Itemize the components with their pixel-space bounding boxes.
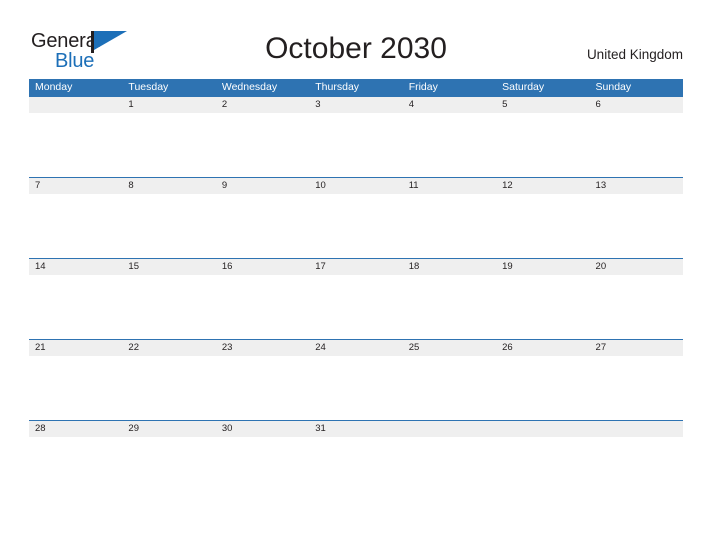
day-number[interactable] [590,421,683,437]
week-body-strip [29,194,683,258]
calendar-page: General Blue October 2030 United Kingdom… [0,0,712,550]
day-number[interactable]: 4 [403,97,496,113]
day-number[interactable]: 2 [216,97,309,113]
week-date-strip: 1 2 3 4 5 6 [29,96,683,113]
day-cell-body[interactable] [29,194,122,258]
day-cell-body[interactable] [496,194,589,258]
day-number[interactable]: 17 [309,259,402,275]
weekday-header-saturday: Saturday [502,81,545,93]
day-cell-body[interactable] [403,194,496,258]
day-number[interactable]: 7 [29,178,122,194]
day-cell-body[interactable] [122,113,215,177]
day-number[interactable]: 13 [590,178,683,194]
day-cell-body[interactable] [496,437,589,501]
day-number[interactable]: 6 [590,97,683,113]
day-cell-body[interactable] [496,113,589,177]
day-cell-body[interactable] [29,356,122,420]
day-number[interactable]: 15 [122,259,215,275]
country-label: United Kingdom [586,47,683,62]
day-number[interactable]: 30 [216,421,309,437]
day-cell-body[interactable] [496,275,589,339]
day-number[interactable]: 21 [29,340,122,356]
week-body-strip [29,113,683,177]
day-cell-body[interactable] [309,437,402,501]
day-number[interactable] [29,97,122,113]
day-cell-body[interactable] [29,113,122,177]
day-number[interactable] [496,421,589,437]
day-cell-body[interactable] [590,437,683,501]
weekday-header-monday: Monday [35,81,73,93]
day-cell-body[interactable] [216,437,309,501]
day-number[interactable]: 31 [309,421,402,437]
weekday-header-friday: Friday [408,81,438,93]
day-number[interactable]: 1 [122,97,215,113]
day-number[interactable]: 9 [216,178,309,194]
day-cell-body[interactable] [590,194,683,258]
day-cell-body[interactable] [29,275,122,339]
week-date-strip: 14 15 16 17 18 19 20 [29,258,683,275]
day-cell-body[interactable] [122,437,215,501]
calendar-week-row: 1 2 3 4 5 6 [29,96,683,177]
weekday-header-wednesday: Wednesday [221,81,278,93]
day-number[interactable]: 19 [496,259,589,275]
weekday-header-row: Monday Tuesday Wednesday Thursday Friday… [29,79,683,96]
day-number[interactable]: 14 [29,259,122,275]
week-date-strip: 7 8 9 10 11 12 13 [29,177,683,194]
day-number[interactable]: 25 [403,340,496,356]
day-cell-body[interactable] [403,437,496,501]
day-cell-body[interactable] [216,275,309,339]
day-cell-body[interactable] [216,194,309,258]
calendar-week-row: 28 29 30 31 [29,420,683,501]
page-header: General Blue October 2030 United Kingdom [0,0,712,78]
week-body-strip [29,356,683,420]
day-cell-body[interactable] [496,356,589,420]
weekday-header-tuesday: Tuesday [128,81,169,93]
day-number[interactable]: 11 [403,178,496,194]
day-cell-body[interactable] [590,356,683,420]
day-number[interactable]: 5 [496,97,589,113]
day-number[interactable]: 12 [496,178,589,194]
day-cell-body[interactable] [590,113,683,177]
day-number[interactable]: 26 [496,340,589,356]
day-number[interactable]: 10 [309,178,402,194]
day-number[interactable]: 3 [309,97,402,113]
day-cell-body[interactable] [309,194,402,258]
calendar-week-row: 21 22 23 24 25 26 27 [29,339,683,420]
day-cell-body[interactable] [309,275,402,339]
day-cell-body[interactable] [309,113,402,177]
day-number[interactable]: 8 [122,178,215,194]
day-number[interactable]: 20 [590,259,683,275]
day-number[interactable]: 22 [122,340,215,356]
day-cell-body[interactable] [216,113,309,177]
day-number[interactable]: 27 [590,340,683,356]
day-cell-body[interactable] [122,356,215,420]
week-date-strip: 28 29 30 31 [29,420,683,437]
calendar-week-row: 7 8 9 10 11 12 13 [29,177,683,258]
day-cell-body[interactable] [216,356,309,420]
weekday-header-sunday: Sunday [595,81,632,93]
day-number[interactable] [403,421,496,437]
day-number[interactable]: 18 [403,259,496,275]
day-cell-body[interactable] [403,113,496,177]
week-date-strip: 21 22 23 24 25 26 27 [29,339,683,356]
calendar-week-row: 14 15 16 17 18 19 20 [29,258,683,339]
day-number[interactable]: 29 [122,421,215,437]
week-body-strip [29,437,683,501]
day-cell-body[interactable] [403,356,496,420]
day-cell-body[interactable] [29,437,122,501]
day-number[interactable]: 16 [216,259,309,275]
day-cell-body[interactable] [590,275,683,339]
week-body-strip [29,275,683,339]
day-cell-body[interactable] [122,194,215,258]
calendar-grid: Monday Tuesday Wednesday Thursday Friday… [29,79,683,501]
day-number[interactable]: 28 [29,421,122,437]
day-cell-body[interactable] [403,275,496,339]
day-cell-body[interactable] [309,356,402,420]
day-cell-body[interactable] [122,275,215,339]
day-number[interactable]: 23 [216,340,309,356]
weekday-header-thursday: Thursday [315,81,360,93]
day-number[interactable]: 24 [309,340,402,356]
